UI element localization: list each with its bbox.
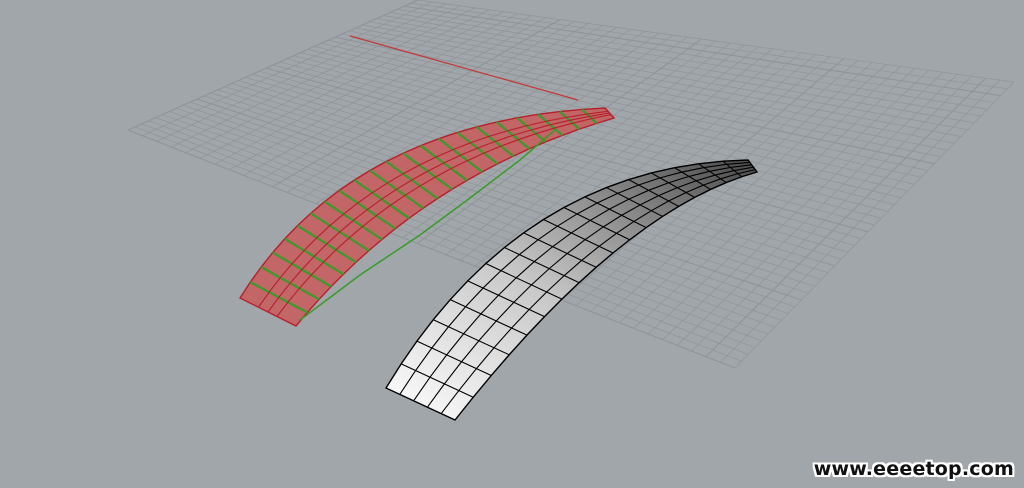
perspective-viewport[interactable]: www.eeeetop.com	[0, 0, 1024, 488]
mesh-surface-body[interactable]	[384, 159, 759, 421]
construction-plane-grid	[127, 0, 1015, 369]
viewport-scene[interactable]	[0, 0, 1024, 488]
mesh-surface[interactable]	[384, 159, 759, 421]
x-axis-line	[349, 35, 579, 101]
watermark-text: www.eeeetop.com	[813, 458, 1014, 480]
